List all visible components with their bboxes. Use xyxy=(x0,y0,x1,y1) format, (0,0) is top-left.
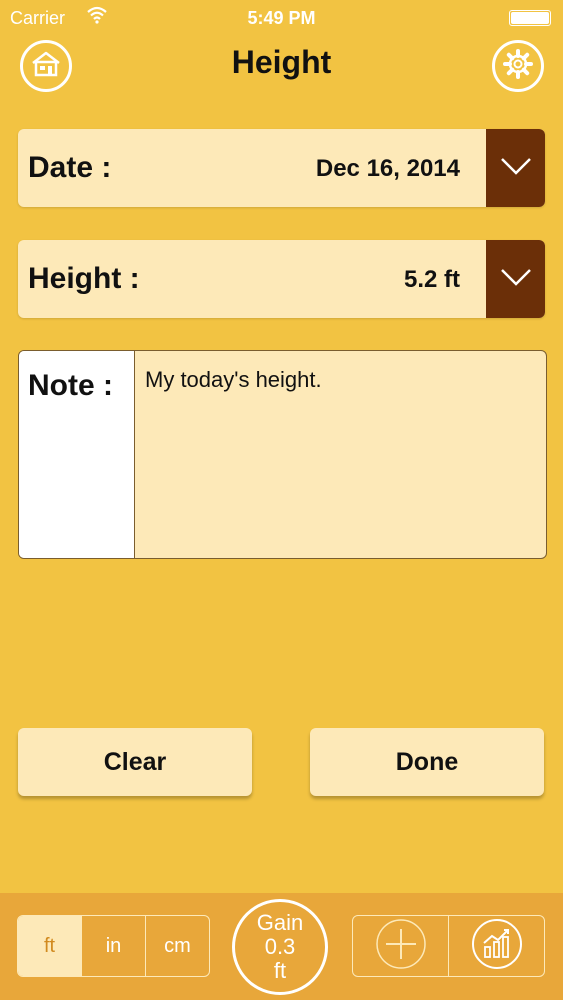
unit-in-segment[interactable]: in xyxy=(82,916,146,976)
chart-icon xyxy=(470,917,524,976)
date-dropdown-button[interactable] xyxy=(486,129,545,207)
done-button[interactable]: Done xyxy=(310,728,544,796)
height-field[interactable]: Height : 5.2 ft xyxy=(18,240,545,318)
add-entry-button[interactable] xyxy=(353,916,449,976)
note-input[interactable]: My today's height. xyxy=(145,367,535,547)
gain-unit: ft xyxy=(273,958,287,983)
date-field[interactable]: Date : Dec 16, 2014 xyxy=(18,129,545,207)
gain-value: 0.3 xyxy=(264,934,296,959)
plus-icon xyxy=(374,917,428,976)
height-label: Height : xyxy=(28,262,140,295)
clear-button[interactable]: Clear xyxy=(18,728,252,796)
date-value: Dec 16, 2014 xyxy=(315,155,460,182)
home-icon xyxy=(30,50,62,83)
tool-group xyxy=(352,915,545,977)
home-button[interactable] xyxy=(20,40,72,92)
unit-cm-segment[interactable]: cm xyxy=(146,916,209,976)
status-time: 5:49 PM xyxy=(247,8,316,28)
gain-label: Gain xyxy=(256,910,304,935)
unit-ft-segment[interactable]: ft xyxy=(18,916,82,976)
settings-button[interactable] xyxy=(492,40,544,92)
note-label: Note : xyxy=(28,369,113,402)
date-label: Date : xyxy=(28,151,112,184)
chevron-down-icon xyxy=(500,267,532,292)
unit-selector: ft in cm xyxy=(17,915,210,977)
height-dropdown-button[interactable] xyxy=(486,240,545,318)
status-bar: Carrier 5:49 PM xyxy=(0,0,563,38)
battery-icon xyxy=(509,10,551,26)
gain-indicator: Gain 0.3 ft xyxy=(232,899,328,995)
note-box: Note : My today's height. xyxy=(18,350,547,559)
page-title: Height xyxy=(231,44,332,80)
chart-button[interactable] xyxy=(449,916,544,976)
gear-icon xyxy=(502,48,534,85)
bottom-bar: ft in cm Gain 0.3 ft xyxy=(0,893,563,1000)
note-label-cell: Note : xyxy=(19,351,135,558)
chevron-down-icon xyxy=(500,156,532,181)
height-value: 5.2 ft xyxy=(403,266,460,293)
